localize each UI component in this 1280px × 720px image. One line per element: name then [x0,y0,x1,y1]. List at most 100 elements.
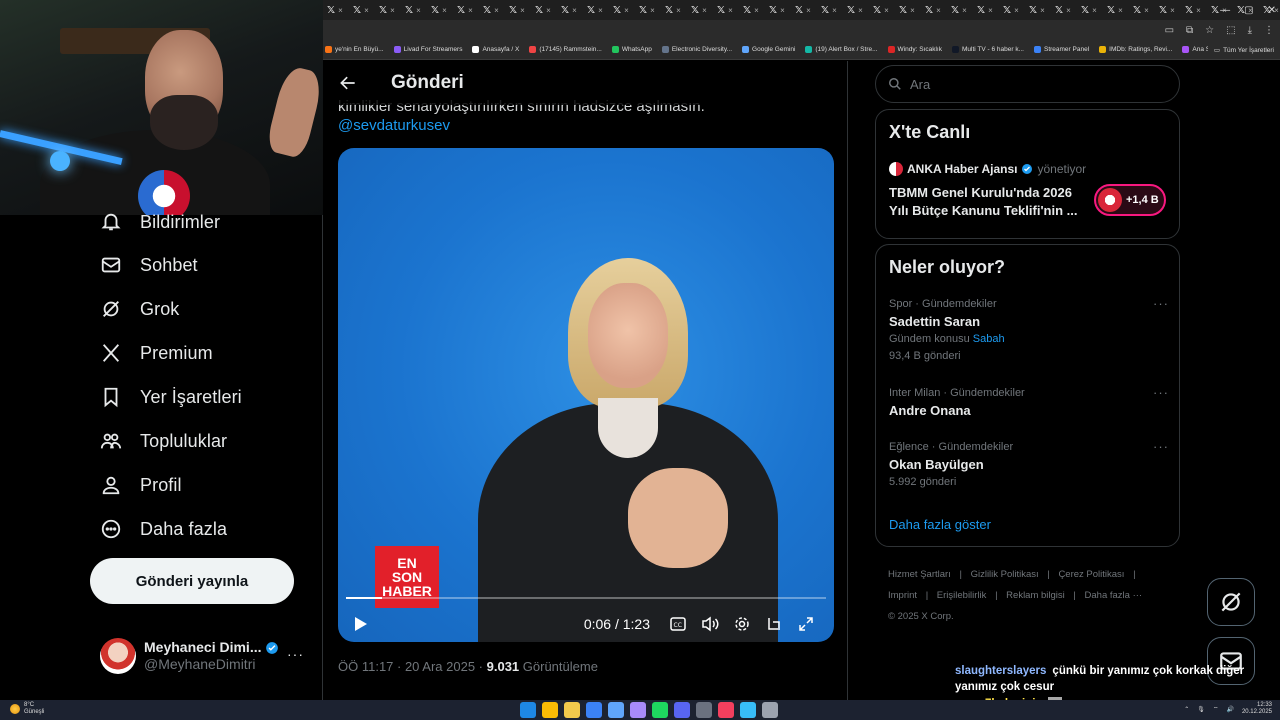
browser-tab[interactable]: 𝕏 × [791,0,817,20]
close-tab-icon[interactable]: × [1066,6,1071,15]
browser-tab[interactable]: 𝕏 × [817,0,843,20]
taskbar-app-icon[interactable] [718,702,734,718]
bookmark-item[interactable]: WhatsApp [611,46,652,53]
browser-tab[interactable]: 𝕏 × [323,0,349,20]
close-tab-icon[interactable]: × [988,6,993,15]
back-button[interactable] [328,63,368,103]
browser-tab[interactable]: 𝕏 × [895,0,921,20]
browser-tab[interactable]: 𝕏 × [713,0,739,20]
close-tab-icon[interactable]: × [390,6,395,15]
taskbar-app-icon[interactable] [564,702,580,718]
bookmark-item[interactable]: (17145) Rammstein... [529,46,602,53]
play-button[interactable] [350,613,372,635]
footer-link[interactable]: Daha fazla ··· [1085,590,1143,601]
browser-tab[interactable]: 𝕏 × [661,0,687,20]
live-listeners-pill[interactable]: +1,4 B [1094,184,1166,216]
close-window-icon[interactable]: ✕ [1268,5,1276,16]
bookmark-item[interactable]: Livad For Streamers [393,46,462,53]
clock[interactable]: 12:33 20.12.2025 [1242,702,1272,716]
search-box[interactable] [875,65,1180,103]
close-tab-icon[interactable]: × [962,6,967,15]
browser-tab[interactable]: 𝕏 × [375,0,401,20]
footer-link[interactable]: Çerez Politikası [1058,569,1124,580]
close-tab-icon[interactable]: × [884,6,889,15]
footer-link[interactable]: Gizlilik Politikası [971,569,1039,580]
browser-tab[interactable]: 𝕏 × [635,0,661,20]
close-tab-icon[interactable]: × [1196,6,1201,15]
close-tab-icon[interactable]: × [1144,6,1149,15]
close-tab-icon[interactable]: × [598,6,603,15]
close-tab-icon[interactable]: × [1092,6,1097,15]
browser-tab[interactable]: 𝕏 × [1025,0,1051,20]
trend-item[interactable]: Eğlence · Gündemdekiler Okan Bayülgen 5.… [889,439,1169,491]
downloads-icon[interactable]: ⤓ [1248,25,1252,36]
browser-tab[interactable]: 𝕏 × [843,0,869,20]
maximize-icon[interactable]: ▢ [1244,5,1253,16]
taskbar-app-icon[interactable] [586,702,602,718]
taskbar-app-icon[interactable] [696,702,712,718]
bookmark-item[interactable]: Multi TV - 6 haber k... [951,46,1024,53]
browser-tab[interactable]: 𝕏 × [531,0,557,20]
pip-button[interactable] [758,610,790,638]
video-progress-bar[interactable] [346,597,826,599]
browser-tab[interactable]: 𝕏 × [427,0,453,20]
bookmark-item[interactable]: Google Gemini [742,46,795,53]
browser-tab[interactable]: 𝕏 × [453,0,479,20]
browser-tab[interactable]: 𝕏 × [401,0,427,20]
taskbar-app-icon[interactable] [652,702,668,718]
close-tab-icon[interactable]: × [572,6,577,15]
close-tab-icon[interactable]: × [442,6,447,15]
minimize-icon[interactable]: — [1220,5,1230,16]
close-tab-icon[interactable]: × [624,6,629,15]
bookmark-item[interactable]: Electronic Diversity... [661,46,732,53]
trend-more-icon[interactable]: ··· [1153,296,1169,311]
close-tab-icon[interactable]: × [780,6,785,15]
video-player[interactable]: EN SON HABER 0:06 / 1:23 CC [338,148,834,642]
close-tab-icon[interactable]: × [546,6,551,15]
close-tab-icon[interactable]: × [754,6,759,15]
taskbar-app-icon[interactable] [630,702,646,718]
post-button[interactable]: Gönderi yayınla [90,558,294,604]
trend-more-icon[interactable]: ··· [1153,439,1169,454]
star-icon[interactable]: ☆ [1205,25,1214,36]
taskbar-app-icon[interactable] [740,702,756,718]
wifi-icon[interactable]: ⌔ [1213,705,1219,713]
search-input[interactable] [910,76,1160,92]
close-tab-icon[interactable]: × [650,6,655,15]
close-tab-icon[interactable]: × [364,6,369,15]
browser-tab[interactable]: 𝕏 × [999,0,1025,20]
bookmark-item[interactable]: Anasayfa / X [472,46,519,53]
bookmark-item[interactable]: ye'nin En Büyü... [325,46,384,53]
close-tab-icon[interactable]: × [416,6,421,15]
close-tab-icon[interactable]: × [832,6,837,15]
nav-communities[interactable]: Topluluklar [100,426,227,456]
taskbar-app-icon[interactable] [674,702,690,718]
bookmark-item[interactable]: Streamer Panel [1033,46,1089,53]
browser-tab[interactable]: 𝕏 × [349,0,375,20]
trend-more-icon[interactable]: ··· [1153,385,1169,400]
close-tab-icon[interactable]: × [1040,6,1045,15]
footer-link[interactable]: Reklam bilgisi [1006,590,1065,601]
all-bookmarks[interactable]: ▭ Tüm Yer İşaretleri [1207,40,1274,59]
trend-item[interactable]: Inter Milan · Gündemdekiler Andre Onana … [889,385,1169,420]
speaker-icon[interactable]: 🔊 [1226,706,1233,713]
browser-tab[interactable]: 𝕏 × [609,0,635,20]
close-tab-icon[interactable]: × [676,6,681,15]
grok-floating-button[interactable] [1207,578,1255,626]
trend-item[interactable]: Spor · Gündemdekiler Sadettin Saran Günd… [889,296,1169,365]
close-tab-icon[interactable]: × [1118,6,1123,15]
translate-icon[interactable]: ⧉ [1186,25,1193,36]
close-tab-icon[interactable]: × [728,6,733,15]
trend-context-link[interactable]: Sabah [973,333,1005,345]
nav-bookmarks[interactable]: Yer İşaretleri [100,382,242,412]
volume-button[interactable] [694,610,726,638]
nav-chat[interactable]: Sohbet [100,250,198,280]
bookmark-item[interactable]: Windy: Sıcaklık [887,46,942,53]
weather-widget[interactable]: 8°C Güneşli [10,702,44,716]
nav-profile[interactable]: Profil [100,470,182,500]
nav-more[interactable]: Daha fazla [100,514,227,544]
close-tab-icon[interactable]: × [806,6,811,15]
tweet-timestamp[interactable]: ÖÖ 11:17 · 20 Ara 2025 · [338,659,487,674]
fullscreen-button[interactable] [790,610,822,638]
mention-link[interactable]: @sevdaturkusev [338,117,450,134]
